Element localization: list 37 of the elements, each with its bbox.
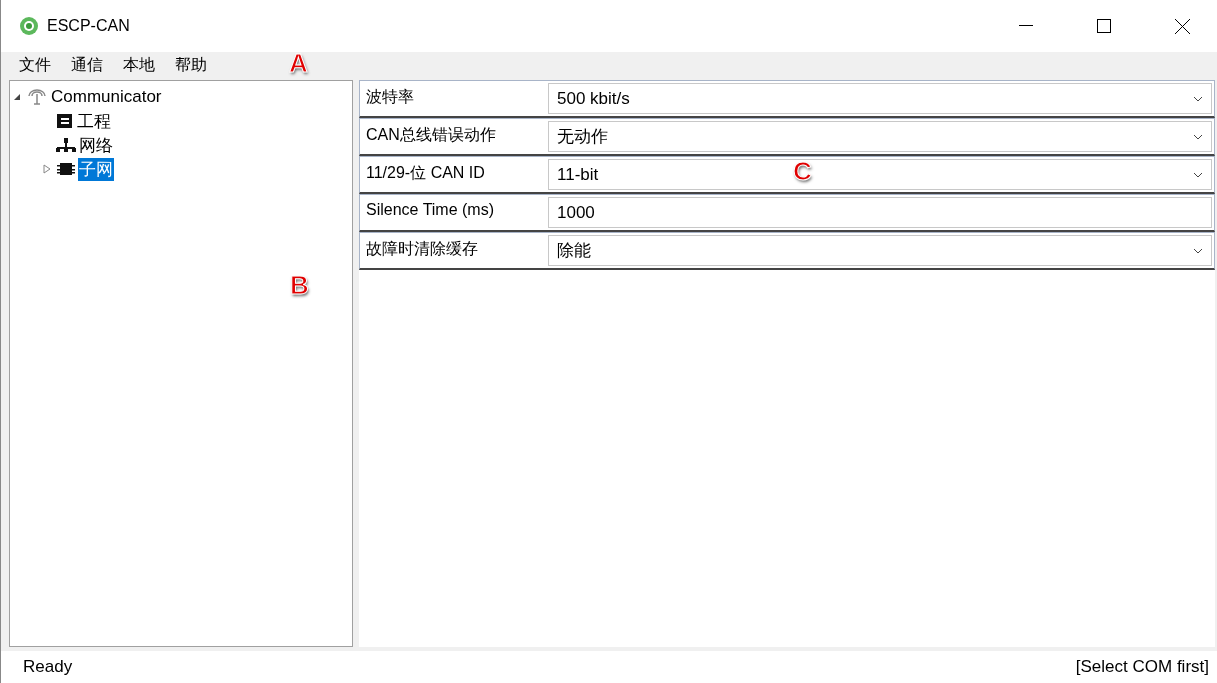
tree-item[interactable]: 网络 <box>78 133 114 157</box>
expanded-arrow-icon[interactable] <box>13 93 21 101</box>
dropdown-field[interactable]: 无动作 <box>548 121 1212 152</box>
chevron-down-icon <box>1193 247 1203 254</box>
callout-letter: B <box>290 270 309 301</box>
chevron-down-icon <box>1193 95 1203 102</box>
minimize-icon <box>1019 25 1033 27</box>
property-label: 故障时清除缓存 <box>365 239 479 259</box>
property-label: CAN总线错误动作 <box>365 125 497 145</box>
property-label: Silence Time (ms) <box>365 200 496 220</box>
menu-item[interactable]: 本地 <box>115 54 163 76</box>
status-text: [Select COM first] <box>1075 657 1209 677</box>
dropdown-field[interactable]: 500 kbit/s <box>548 83 1212 114</box>
input-field[interactable]: 1000 <box>548 197 1212 228</box>
menu-item[interactable]: 通信 <box>63 54 111 76</box>
window-title: ESCP-CAN <box>47 17 131 35</box>
callout-letter: A <box>289 48 308 79</box>
chip-icon <box>56 160 76 178</box>
chevron-down-icon <box>1193 171 1203 178</box>
app-logo-icon <box>19 16 39 36</box>
tree-item[interactable]: 子网 <box>78 157 114 181</box>
menu-item[interactable]: 文件 <box>11 54 59 76</box>
status-text: Ready <box>23 657 73 677</box>
collapsed-arrow-icon[interactable] <box>43 164 51 174</box>
network-icon <box>56 137 76 153</box>
chevron-down-icon <box>1193 133 1203 140</box>
maximize-icon <box>1097 19 1111 33</box>
antenna-icon <box>26 88 48 106</box>
property-label: 11/29-位 CAN ID <box>365 163 486 183</box>
tree-item[interactable]: 工程 <box>76 109 112 133</box>
dropdown-field[interactable]: 除能 <box>548 235 1212 266</box>
tree-item[interactable]: Communicator <box>50 87 163 107</box>
callout-letter: C <box>793 156 812 187</box>
menu-item[interactable]: 帮助 <box>167 54 215 76</box>
property-label: 波特率 <box>365 87 415 107</box>
close-icon <box>1174 18 1190 34</box>
project-icon <box>56 112 74 130</box>
